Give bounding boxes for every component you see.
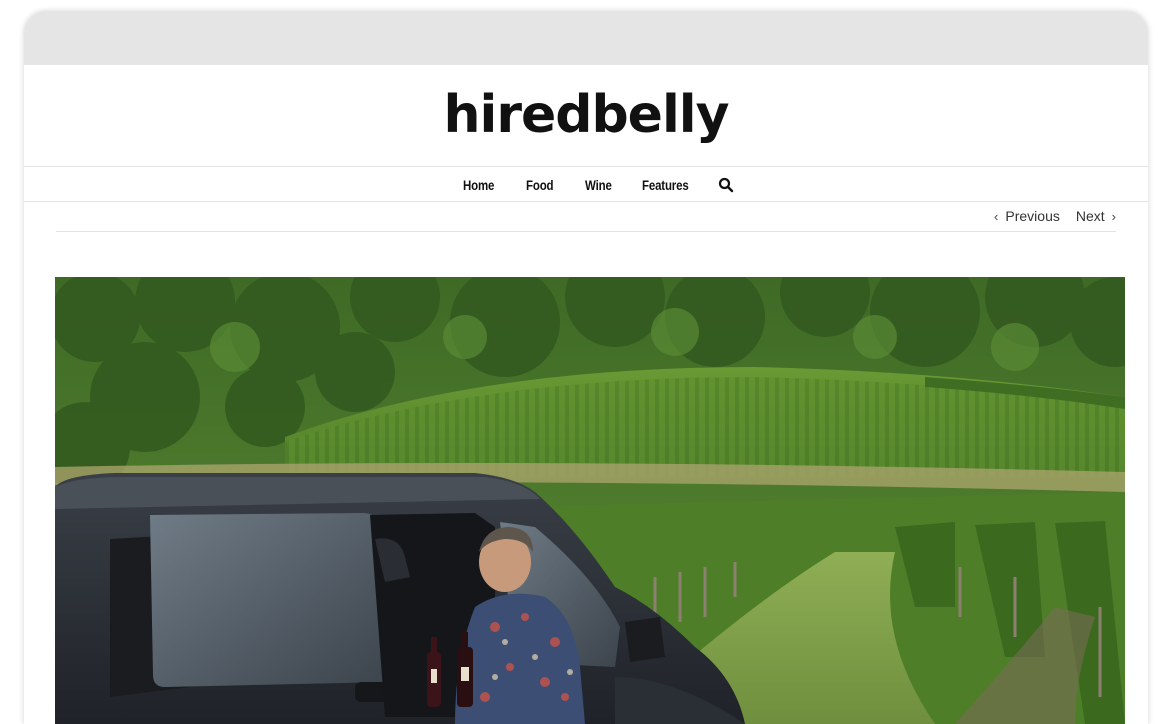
hero-image <box>55 277 1125 724</box>
browser-frame: hiredbelly Home Food Wine Features ‹ Pre… <box>24 11 1148 724</box>
next-label: Next <box>1075 208 1105 224</box>
nav-item-food[interactable]: Food <box>526 177 554 193</box>
chevron-right-icon: › <box>1111 208 1116 224</box>
previous-post-link[interactable]: ‹ Previous <box>994 208 1060 224</box>
chevron-left-icon: ‹ <box>994 208 999 224</box>
nav-item-wine[interactable]: Wine <box>585 177 612 193</box>
site-header: hiredbelly <box>24 65 1148 167</box>
search-icon[interactable] <box>718 177 734 193</box>
main-navigation: Home Food Wine Features <box>24 168 1148 202</box>
next-post-link[interactable]: Next › <box>1076 208 1116 224</box>
nav-item-features[interactable]: Features <box>642 177 689 193</box>
site-logo[interactable]: hiredbelly <box>24 85 1148 145</box>
browser-top-bar <box>24 11 1148 65</box>
nav-item-home[interactable]: Home <box>463 177 494 193</box>
previous-label: Previous <box>1005 208 1060 224</box>
vineyard-photo <box>55 277 1125 724</box>
post-navigation: ‹ Previous Next › <box>56 202 1116 232</box>
